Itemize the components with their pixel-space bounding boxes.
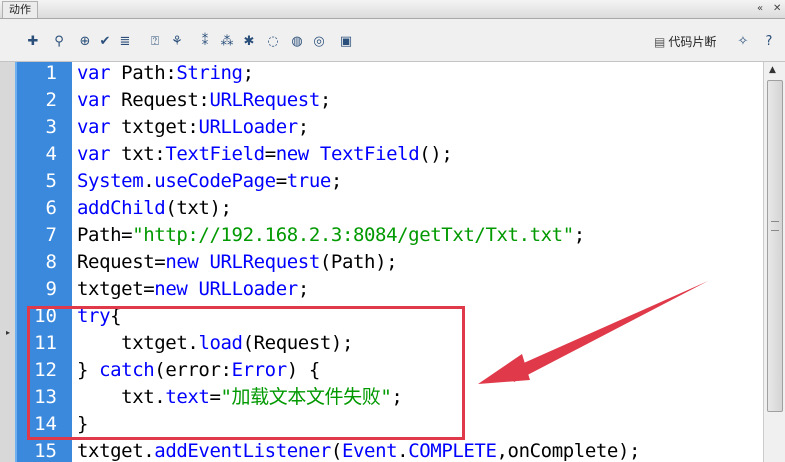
code-token: new bbox=[154, 278, 188, 300]
code-line[interactable]: addChild(txt); bbox=[77, 195, 232, 222]
line-number: 4 bbox=[45, 143, 57, 165]
code-hint-icon[interactable]: ⍰ bbox=[146, 33, 164, 51]
code-token: Event bbox=[341, 440, 398, 462]
code-token: = bbox=[264, 143, 276, 165]
code-token: ; bbox=[319, 89, 331, 111]
panel-tab-actions[interactable]: 动作 bbox=[2, 1, 38, 18]
code-token: URLRequest bbox=[209, 251, 320, 273]
find-icon[interactable]: ⚲ bbox=[50, 33, 68, 51]
code-token: URLLoader bbox=[198, 116, 298, 138]
collapse-braces-icon[interactable]: ⁑ bbox=[196, 33, 214, 51]
code-token: String bbox=[176, 62, 243, 84]
show-hide-toolbox-icon[interactable]: ▣ bbox=[337, 33, 355, 51]
code-token: new bbox=[165, 251, 199, 273]
collapse-panel-icon[interactable]: « bbox=[757, 0, 763, 18]
code-token: (txt); bbox=[165, 197, 232, 219]
collapse-selection-icon[interactable]: ⁂ bbox=[218, 33, 236, 51]
code-snippets-button[interactable]: ▤ 代码片断 bbox=[654, 33, 716, 51]
snippets-icon: ▤ bbox=[654, 35, 666, 49]
line-number: 8 bbox=[45, 251, 57, 273]
scroll-thumb[interactable] bbox=[767, 80, 783, 412]
code-token: = bbox=[275, 170, 287, 192]
code-line[interactable]: var Request:URLRequest; bbox=[77, 87, 331, 114]
code-token: ( bbox=[330, 440, 342, 462]
scroll-up-icon[interactable]: ▲ bbox=[769, 65, 776, 75]
line-number: 3 bbox=[45, 116, 57, 138]
code-token: Request: bbox=[110, 89, 210, 111]
code-token: ; bbox=[242, 62, 254, 84]
code-token: var bbox=[77, 62, 111, 84]
panel-titlebar: 动作 « ✕ bbox=[0, 0, 785, 19]
code-token: TextField bbox=[319, 143, 420, 165]
left-rail: ▸ bbox=[0, 62, 15, 462]
code-token: addEventListener bbox=[154, 440, 331, 462]
code-token: ; bbox=[573, 224, 585, 246]
expand-all-icon[interactable]: ✱ bbox=[240, 33, 258, 51]
highlight-box bbox=[27, 306, 465, 440]
code-token: COMPLETE bbox=[408, 440, 497, 462]
code-line[interactable]: var txt:TextField=new TextField(); bbox=[77, 141, 453, 168]
code-token: Path: bbox=[110, 62, 177, 84]
panel-collapse-arrow-icon[interactable]: ▸ bbox=[6, 328, 10, 337]
line-number: 5 bbox=[45, 170, 57, 192]
apply-line-comment-icon[interactable]: ◍ bbox=[288, 33, 306, 51]
close-panel-icon[interactable]: ✕ bbox=[773, 0, 781, 18]
code-token: System bbox=[77, 170, 144, 192]
remove-comment-icon[interactable]: ◎ bbox=[310, 33, 328, 51]
target-icon[interactable]: ⊕ bbox=[76, 33, 94, 51]
code-token: var bbox=[77, 116, 111, 138]
code-token: TextField bbox=[165, 143, 265, 165]
line-number: 2 bbox=[45, 89, 57, 111]
code-line[interactable]: Path="http://192.168.2.3:8084/getTxt/Txt… bbox=[77, 222, 585, 249]
code-token: txtget= bbox=[77, 278, 155, 300]
code-token: URLLoader bbox=[198, 278, 298, 300]
code-token: true bbox=[286, 170, 332, 192]
code-token: Request= bbox=[77, 251, 166, 273]
code-line[interactable]: System.useCodePage=true; bbox=[77, 168, 342, 195]
vertical-scrollbar[interactable]: ▲ bbox=[763, 62, 785, 462]
code-token: var bbox=[77, 143, 111, 165]
code-token: new bbox=[275, 143, 310, 165]
apply-block-comment-icon[interactable]: ◌ bbox=[264, 33, 282, 51]
code-token: ; bbox=[297, 116, 309, 138]
code-token: "http://192.168.2.3:8084/getTxt/Txt.txt" bbox=[132, 224, 574, 246]
code-snippets-label: 代码片断 bbox=[668, 35, 717, 49]
code-token: txtget. bbox=[77, 440, 155, 462]
line-number: 6 bbox=[45, 197, 57, 219]
code-token: ; bbox=[330, 170, 342, 192]
code-token: txtget: bbox=[110, 116, 199, 138]
code-token: URLRequest bbox=[209, 89, 320, 111]
line-number: 15 bbox=[34, 440, 57, 462]
line-number: 7 bbox=[45, 224, 57, 246]
help-icon[interactable]: ? bbox=[760, 33, 778, 51]
auto-format-icon[interactable]: ≣ bbox=[116, 33, 134, 51]
wand-icon[interactable]: ✧ bbox=[734, 33, 752, 51]
add-statement-icon[interactable]: ✚ bbox=[24, 33, 42, 51]
code-token: . bbox=[143, 170, 155, 192]
code-line[interactable]: txtget.addEventListener(Event.COMPLETE,o… bbox=[77, 438, 640, 462]
code-line[interactable]: Request=new URLRequest(Path); bbox=[77, 249, 398, 276]
thumb-grip bbox=[771, 221, 779, 231]
code-token: (); bbox=[419, 143, 453, 165]
code-token: addChild bbox=[77, 197, 166, 219]
code-token: var bbox=[77, 89, 111, 111]
code-token: ,onComplete); bbox=[496, 440, 641, 462]
code-token: . bbox=[397, 440, 409, 462]
code-token: useCodePage bbox=[154, 170, 276, 192]
code-token: Path= bbox=[77, 224, 133, 246]
actions-toolbar: ✚ ⚲ ⊕ ✔ ≣ ⍰ ⚘ ⁑ ⁂ ✱ ◌ ◍ ◎ ▣ ▤ 代码片断 ✧ ? bbox=[0, 19, 785, 62]
line-number: 1 bbox=[45, 62, 57, 84]
check-syntax-icon[interactable]: ✔ bbox=[96, 33, 114, 51]
code-token: (Path); bbox=[319, 251, 398, 273]
debug-options-icon[interactable]: ⚘ bbox=[168, 33, 186, 51]
line-number: 9 bbox=[45, 278, 57, 300]
code-line[interactable]: var Path:String; bbox=[77, 62, 254, 87]
code-line[interactable]: var txtget:URLLoader; bbox=[77, 114, 309, 141]
code-token: txt: bbox=[110, 143, 166, 165]
code-token: ; bbox=[297, 278, 309, 300]
code-line[interactable]: txtget=new URLLoader; bbox=[77, 276, 309, 303]
